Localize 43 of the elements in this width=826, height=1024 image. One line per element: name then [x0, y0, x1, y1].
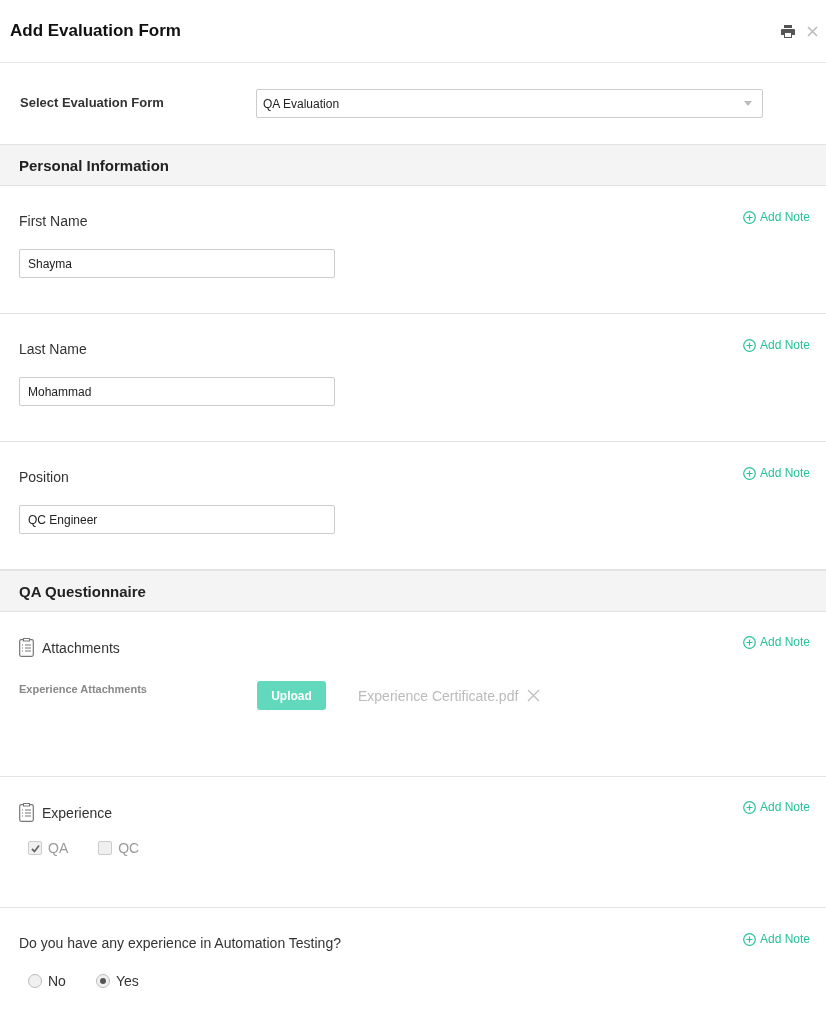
- question-label: Attachments: [42, 639, 120, 656]
- file-name: Experience Certificate.pdf: [358, 687, 519, 704]
- option-label: No: [48, 973, 66, 989]
- form-dropdown[interactable]: QA Evaluation: [256, 89, 763, 118]
- field-label: Experience Attachments: [19, 682, 148, 695]
- print-icon[interactable]: [781, 24, 795, 38]
- question-label: Last Name: [19, 341, 87, 357]
- option-label: QC: [118, 840, 140, 856]
- field-label: Select Evaluation Form: [20, 95, 165, 110]
- radio-button[interactable]: [95, 974, 110, 988]
- plus-circle-icon: [742, 466, 756, 480]
- option-label: Yes: [115, 973, 139, 989]
- add-note-link[interactable]: Add Note: [742, 338, 810, 352]
- option-label: QA: [48, 840, 69, 856]
- plus-circle-icon: [742, 800, 756, 814]
- question-label: Do you have any experience in Automation Testing?: [19, 935, 341, 951]
- add-note-link[interactable]: Add Note: [742, 635, 810, 649]
- checkbox[interactable]: [98, 841, 113, 855]
- clipboard-icon: [19, 803, 34, 822]
- add-note-link[interactable]: Add Note: [742, 466, 810, 480]
- question-label: Position: [19, 469, 69, 485]
- add-note-link[interactable]: Add Note: [742, 800, 810, 814]
- question-label: Experience: [42, 804, 113, 821]
- dialog-title: Add Evaluation Form: [10, 21, 181, 41]
- add-note-link[interactable]: Add Note: [742, 932, 810, 946]
- plus-circle-icon: [742, 338, 756, 352]
- text-field[interactable]: QC Engineer: [19, 505, 335, 534]
- upload-button[interactable]: Upload: [257, 681, 326, 710]
- radio-button[interactable]: [28, 974, 42, 988]
- question-label: First Name: [19, 213, 88, 229]
- plus-circle-icon: [742, 635, 756, 649]
- remove-icon[interactable]: [527, 689, 541, 702]
- checkbox[interactable]: [28, 841, 42, 855]
- clipboard-icon: [19, 638, 34, 657]
- close-icon[interactable]: [807, 25, 818, 37]
- add-note-link[interactable]: Add Note: [742, 210, 810, 224]
- caret-icon: [744, 101, 752, 106]
- text-field[interactable]: Shayma: [19, 249, 335, 278]
- section-header: QA Questionnaire: [0, 570, 826, 612]
- plus-circle-icon: [742, 210, 756, 224]
- text-field[interactable]: Mohammad: [19, 377, 335, 406]
- section-header: Personal Information: [0, 144, 826, 186]
- plus-circle-icon: [742, 932, 756, 946]
